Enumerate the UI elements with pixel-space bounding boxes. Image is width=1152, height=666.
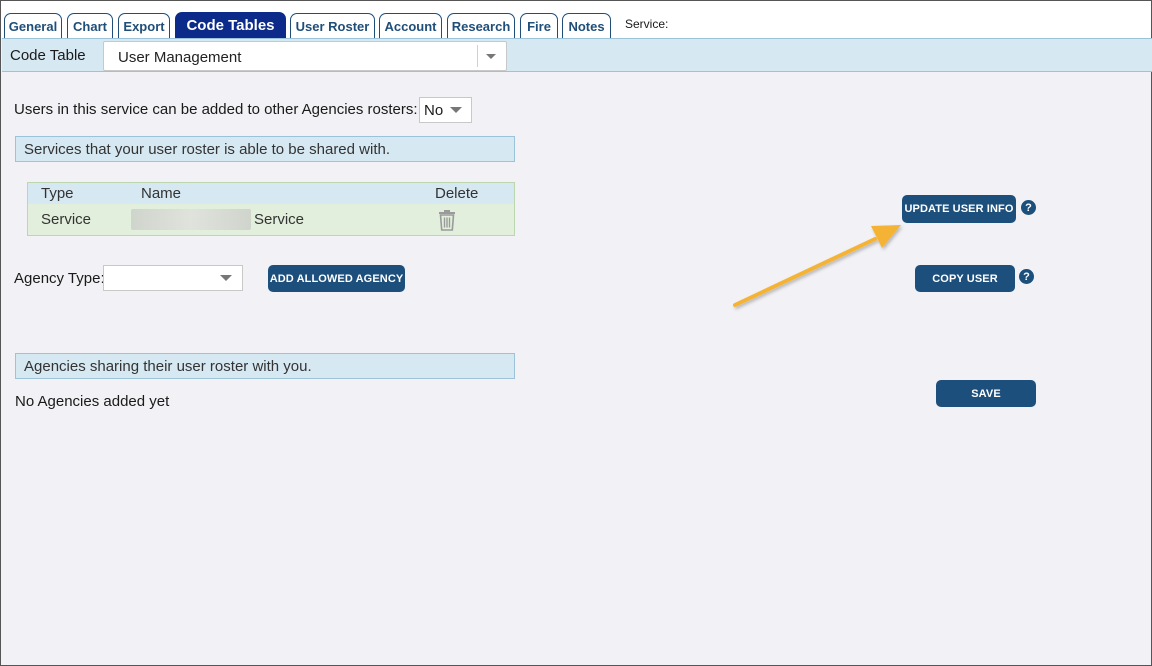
tab-research[interactable]: Research — [447, 13, 515, 38]
agency-type-label: Agency Type: — [14, 270, 105, 287]
tab-account[interactable]: Account — [379, 13, 442, 38]
chevron-down-icon[interactable] — [220, 275, 232, 281]
question-circle-icon[interactable]: ? — [1021, 200, 1036, 215]
column-type: Type — [41, 185, 74, 202]
chevron-down-icon[interactable] — [450, 107, 462, 113]
code-table-value: User Management — [118, 49, 242, 66]
code-table-select[interactable]: User Management — [103, 41, 507, 71]
no-agencies-text: No Agencies added yet — [15, 393, 170, 410]
row-name: Service — [254, 211, 305, 228]
agencies-sharing-header: Agencies sharing their user roster with … — [15, 353, 515, 379]
app-window: General Chart Export Code Tables User Ro… — [0, 0, 1152, 666]
shared-services-header: Services that your user roster is able t… — [15, 136, 515, 162]
tab-notes[interactable]: Notes — [562, 13, 611, 38]
share-setting-value: No — [424, 102, 444, 119]
question-circle-icon[interactable]: ? — [1019, 269, 1034, 284]
tab-bar: General Chart Export Code Tables User Ro… — [1, 1, 1151, 38]
tab-general[interactable]: General — [4, 13, 62, 38]
table-header: Type Name Delete — [28, 183, 514, 204]
chevron-down-icon[interactable] — [486, 54, 496, 59]
agencies-sharing-title: Agencies sharing their user roster with … — [24, 358, 312, 375]
tab-code-tables[interactable]: Code Tables — [175, 12, 286, 38]
share-setting-select[interactable]: No — [419, 97, 472, 123]
save-button[interactable]: SAVE — [936, 380, 1036, 407]
tab-chart[interactable]: Chart — [67, 13, 113, 38]
shared-services-title: Services that your user roster is able t… — [24, 141, 391, 158]
code-table-label: Code Table — [10, 47, 86, 64]
agency-type-select[interactable] — [103, 265, 243, 291]
row-type: Service — [41, 211, 92, 228]
code-table-bar: Code Table User Management — [2, 38, 1152, 72]
tab-export[interactable]: Export — [118, 13, 170, 38]
redacted-name — [131, 209, 251, 230]
share-setting-label: Users in this service can be added to ot… — [14, 101, 418, 118]
arrow-annotation — [733, 225, 901, 307]
service-label: Service: — [625, 17, 669, 31]
shared-services-table: Type Name Delete Service Service — [27, 182, 515, 236]
column-delete: Delete — [435, 185, 479, 202]
column-name: Name — [141, 185, 182, 202]
tab-fire[interactable]: Fire — [520, 13, 558, 38]
copy-user-button[interactable]: COPY USER — [915, 265, 1015, 292]
add-allowed-agency-button[interactable]: ADD ALLOWED AGENCY — [268, 265, 405, 292]
trash-icon[interactable] — [437, 209, 457, 231]
tab-user-roster[interactable]: User Roster — [290, 13, 375, 38]
select-divider — [477, 45, 478, 67]
table-row: Service Service — [28, 204, 514, 235]
update-user-info-button[interactable]: UPDATE USER INFO — [902, 195, 1016, 223]
